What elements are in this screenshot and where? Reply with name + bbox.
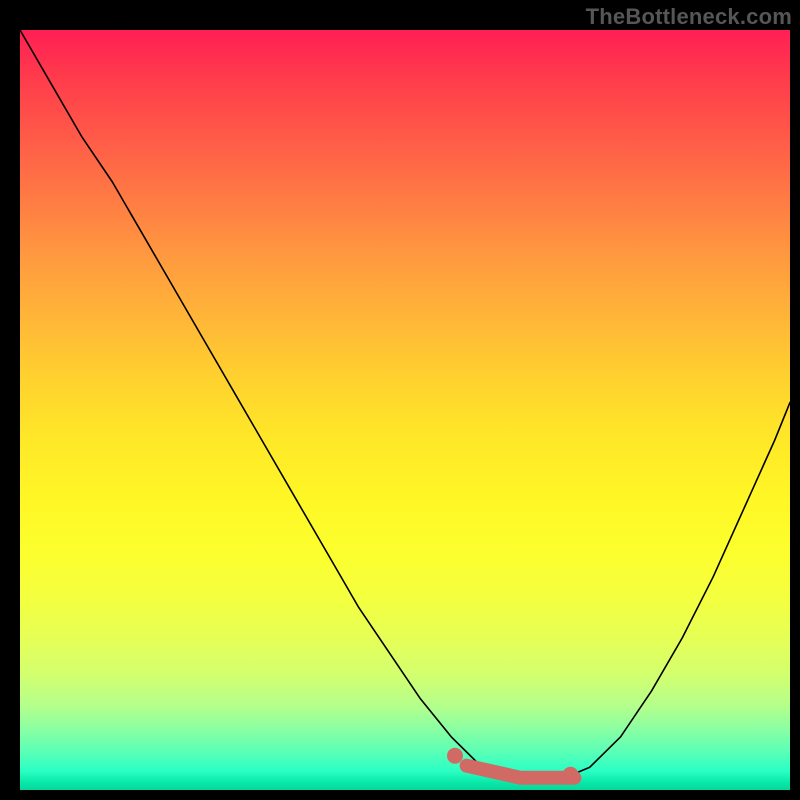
attribution-label: TheBottleneck.com — [586, 4, 792, 30]
highlight-dot — [447, 748, 463, 764]
curve-layer — [20, 30, 790, 790]
highlight-dot — [563, 767, 579, 783]
plot-area — [20, 30, 790, 790]
chart-stage: TheBottleneck.com — [0, 0, 800, 800]
optimal-range-highlight — [467, 766, 575, 778]
bottleneck-curve — [20, 30, 790, 782]
